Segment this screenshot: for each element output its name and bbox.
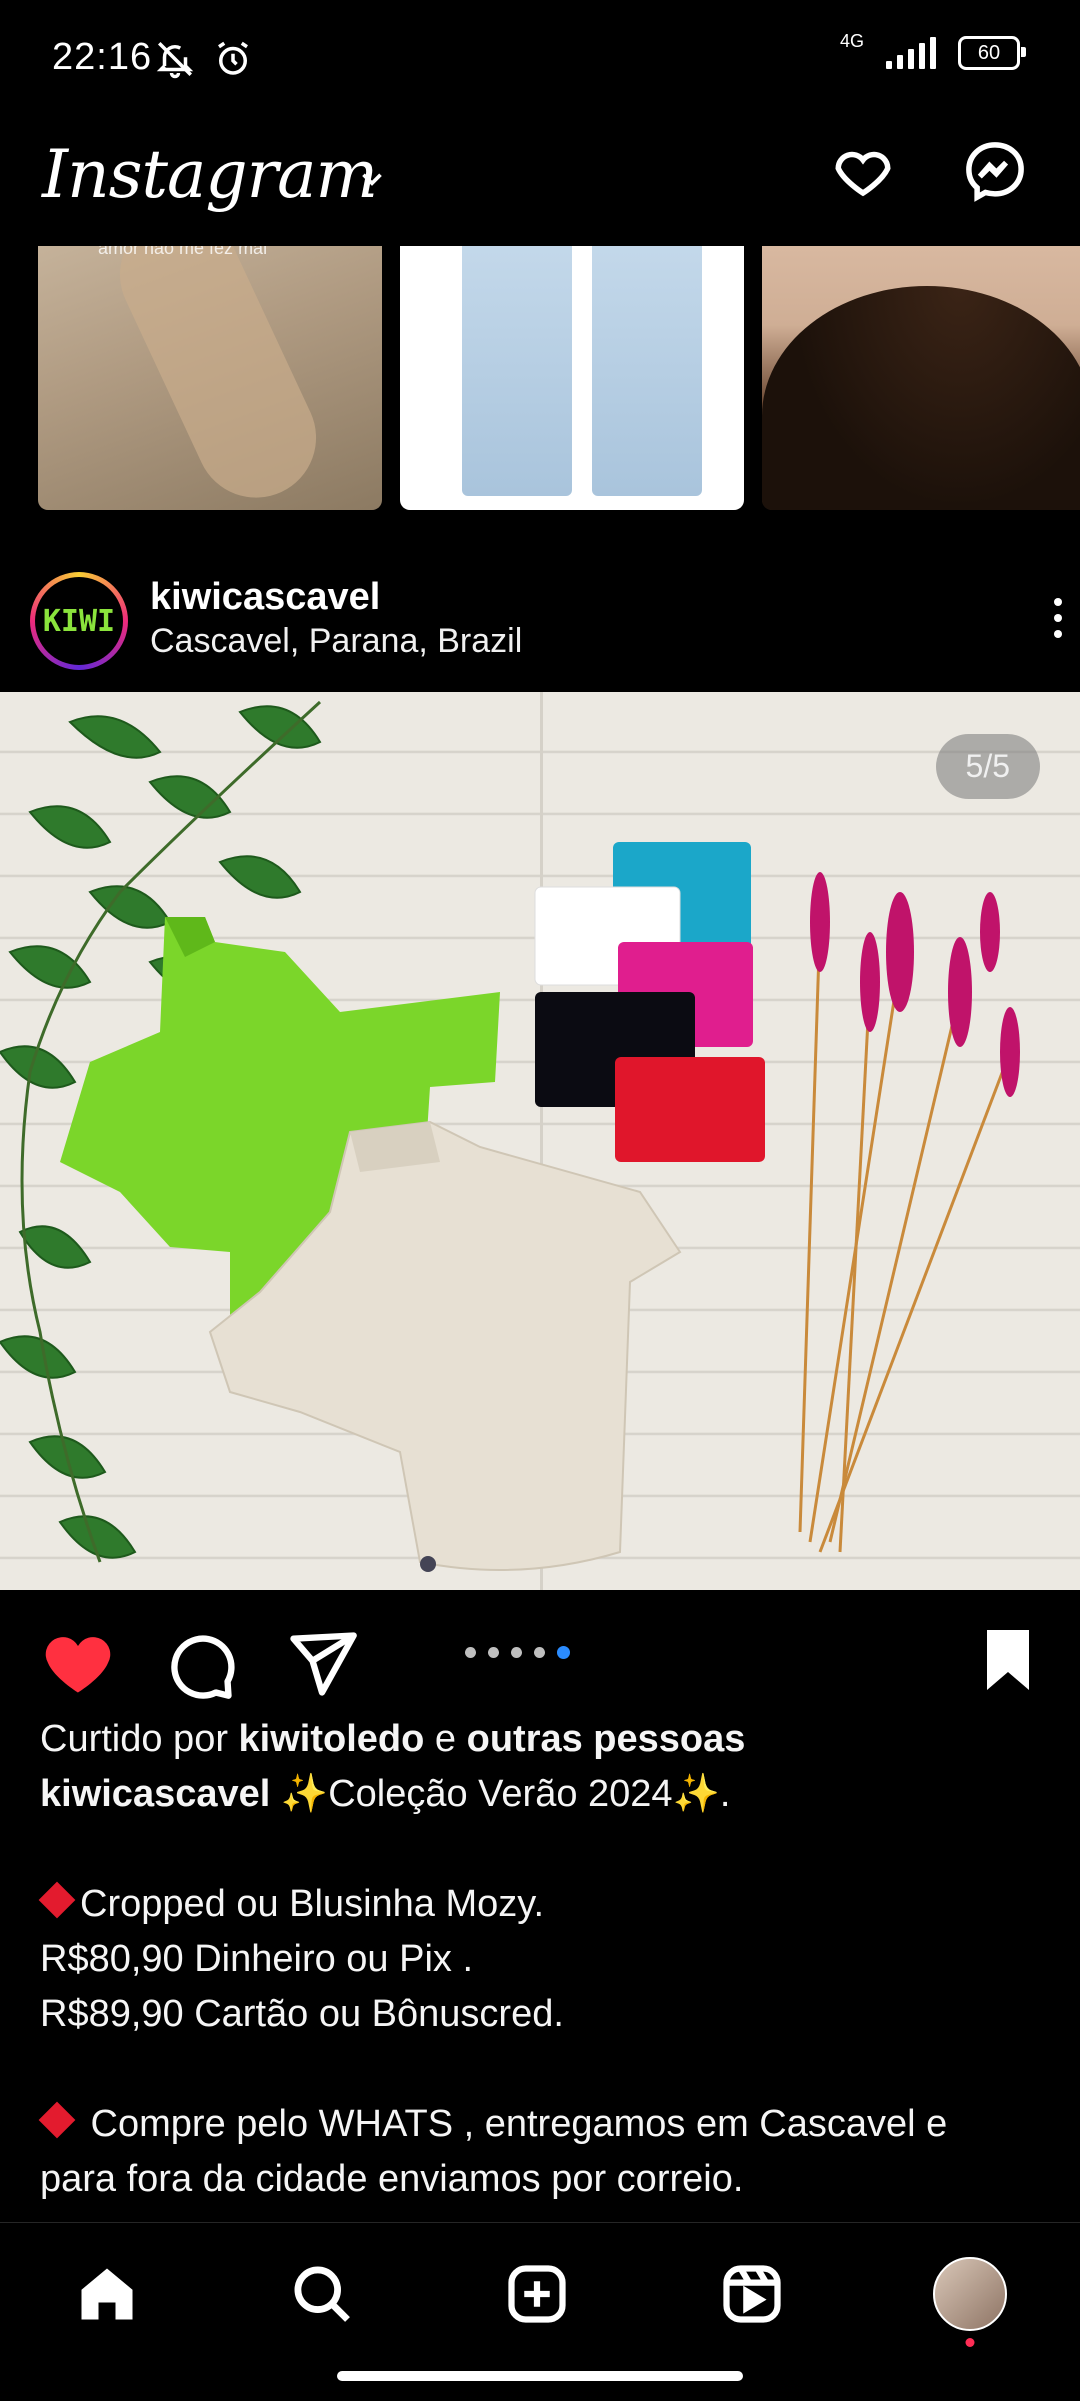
home-icon[interactable] [73, 2260, 141, 2328]
caption-line-2: Cropped ou Blusinha Mozy. [38, 1877, 1050, 1932]
story-card-jeans[interactable] [400, 246, 744, 510]
caption-line-5: Compre pelo WHATS , entregamos em Cascav… [38, 2097, 1050, 2152]
chevron-down-icon[interactable] [355, 162, 389, 196]
bottom-navigation [0, 2222, 1080, 2401]
jeans-leg-left [462, 246, 572, 496]
likes-user[interactable]: kiwitoledo [239, 1718, 425, 1760]
likes-mid: e [434, 1718, 457, 1760]
hand-image [100, 246, 336, 510]
caption-line-1: kiwicascavel ✨Coleção Verão 2024✨. [40, 1767, 1050, 1822]
caption-line-4: R$89,90 Cartão ou Bônuscred. [40, 1993, 564, 2035]
search-icon[interactable] [288, 2260, 356, 2328]
carousel-dot [534, 1647, 545, 1658]
share-send-icon[interactable] [284, 1626, 360, 1702]
status-bar: 22:16 4G 60 [0, 0, 1080, 120]
save-bookmark-icon[interactable] [972, 1624, 1044, 1696]
battery-icon: 60 [958, 36, 1026, 70]
status-time: 22:16 [52, 36, 153, 78]
post-caption: Curtido por kiwitoledo e outras pessoas … [38, 1712, 1050, 2207]
top-actions [830, 138, 1028, 204]
status-icons [154, 38, 254, 80]
story-card-hair[interactable] [762, 246, 1080, 510]
reels-icon[interactable] [718, 2260, 786, 2328]
post-image[interactable]: 5/5 [0, 692, 1080, 1590]
mute-bell-icon [156, 42, 194, 79]
jeans-leg-right [592, 246, 702, 496]
story-card-hand[interactable]: amor não me fez mal [38, 246, 382, 510]
suggested-stories-strip: amor não me fez mal [0, 246, 1080, 510]
alarm-icon [218, 41, 248, 75]
notification-dot [965, 2338, 975, 2347]
avatar-inner: KIWI [35, 577, 123, 665]
product-photo-illustration [0, 700, 1020, 1572]
battery-level: 60 [977, 41, 1001, 64]
gesture-home-bar[interactable] [337, 2371, 743, 2381]
likes-others[interactable]: outras pessoas [467, 1718, 746, 1760]
nav-icons [0, 2257, 1080, 2347]
post-username[interactable]: kiwicascavel [150, 576, 380, 619]
like-heart-icon[interactable] [40, 1626, 116, 1702]
post-actions [0, 1600, 1080, 1710]
post-location[interactable]: Cascavel, Parana, Brazil [150, 622, 522, 661]
signal-icon [886, 37, 936, 69]
likes-line[interactable]: Curtido por kiwitoledo e outras pessoas [40, 1712, 1050, 1767]
carousel-dot [511, 1647, 522, 1658]
image-counter: 5/5 [935, 734, 1040, 799]
network-type: 4G [839, 30, 864, 51]
create-icon[interactable] [503, 2260, 571, 2328]
post-header: KIWI kiwicascavel Cascavel, Parana, Braz… [0, 560, 1080, 680]
notifications-heart-icon[interactable] [830, 138, 896, 204]
caption-shipping: Compre pelo WHATS , entregamos em Cascav… [80, 2103, 948, 2145]
top-bar: Instagram [0, 120, 1080, 246]
carousel-dot [488, 1647, 499, 1658]
avatar-logo-text: KIWI [42, 603, 116, 639]
more-options-icon[interactable] [1054, 598, 1062, 638]
comment-icon[interactable] [162, 1626, 238, 1702]
carousel-dot-active [557, 1646, 570, 1659]
profile-avatar[interactable] [932, 2257, 1007, 2347]
caption-product: Cropped ou Blusinha Mozy. [80, 1883, 544, 1925]
story-caption: amor não me fez mal [98, 246, 268, 258]
hair-image [762, 286, 1080, 510]
likes-prefix: Curtido por [40, 1718, 228, 1760]
caption-username[interactable]: kiwicascavel [40, 1773, 270, 1815]
messenger-icon[interactable] [962, 138, 1028, 204]
caption-line-6: para fora da cidade enviamos por correio… [40, 2158, 744, 2200]
red-diamond-icon [38, 1881, 76, 1919]
carousel-dots [465, 1646, 570, 1659]
caption-title: ✨Coleção Verão 2024✨. [280, 1773, 731, 1815]
caption-line-3: R$80,90 Dinheiro ou Pix . [40, 1938, 474, 1980]
instagram-logo[interactable]: Instagram [42, 136, 378, 213]
red-diamond-icon [38, 2101, 76, 2139]
post-avatar[interactable]: KIWI [30, 572, 128, 670]
carousel-dot [465, 1647, 476, 1658]
status-right: 4G 60 [840, 31, 1026, 70]
